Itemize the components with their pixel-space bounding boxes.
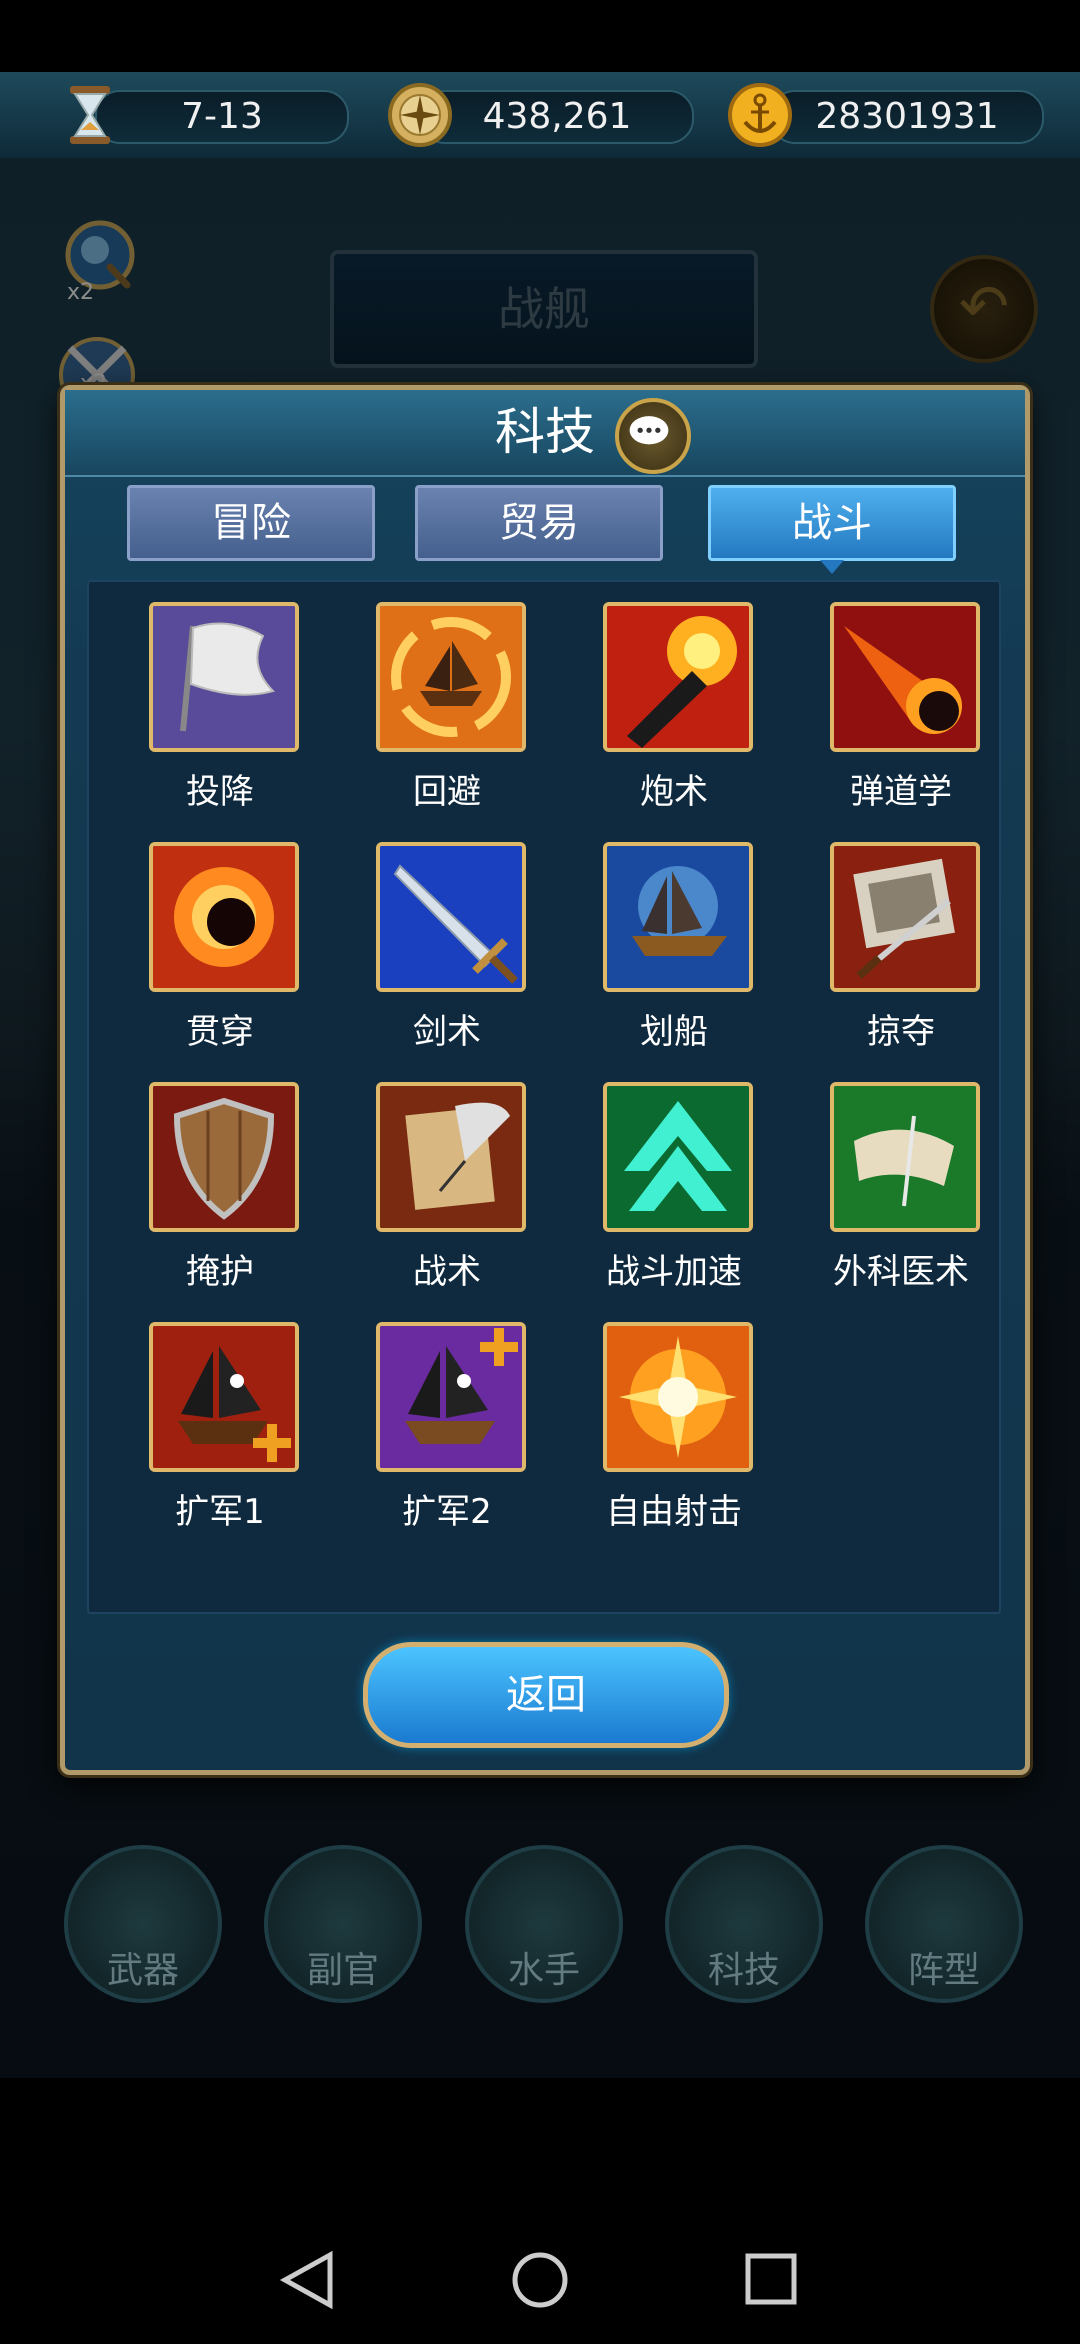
android-nav-icons <box>279 2250 797 2310</box>
tab-battle-label: 战斗 <box>792 500 872 546</box>
nav-weapons-label: 武器 <box>106 1950 179 1991</box>
burst-icon <box>603 1322 753 1472</box>
tab-battle[interactable]: 战斗 <box>708 485 956 574</box>
skill-free-fire[interactable]: 自由射击 <box>568 1322 768 1532</box>
skill-surrender[interactable]: 投降 <box>114 602 314 812</box>
skill-grid: 投降 回避 炮术 弹道学 贯穿 剑术 划船 掠夺 掩护 战术 战斗加速 外科医术… <box>87 580 1001 1614</box>
skill-combat-speed[interactable]: 战斗加速 <box>568 1082 768 1292</box>
skill-label: 投降 <box>186 772 254 812</box>
skill-label: 贯穿 <box>186 1012 254 1052</box>
resource-bar: 7-13 438,261 28301931 <box>0 72 1080 161</box>
nav-tech[interactable]: 科技 <box>665 1845 823 2003</box>
tab-trade[interactable]: 贸易 <box>415 485 663 561</box>
pirate-ship-plus-icon <box>149 1322 299 1472</box>
skill-label: 掩护 <box>186 1252 254 1292</box>
nav-sailors-label: 水手 <box>507 1950 580 1991</box>
sword-icon <box>376 842 526 992</box>
skill-expand-army-1[interactable]: 扩军1 <box>114 1322 314 1532</box>
ship-swirl-icon <box>376 602 526 752</box>
skill-label: 扩军1 <box>175 1492 265 1532</box>
skill-plunder[interactable]: 掠夺 <box>795 842 995 1052</box>
pirate-ship-plus-icon <box>376 1322 526 1472</box>
nav-weapons[interactable]: 武器 <box>64 1845 222 2003</box>
skill-label: 外科医术 <box>833 1252 969 1292</box>
android-nav-bar <box>0 2078 1080 2340</box>
skill-label: 划船 <box>640 1012 708 1052</box>
tab-adventure-label: 冒险 <box>211 500 291 546</box>
rowboat-icon <box>603 842 753 992</box>
skill-tactics[interactable]: 战术 <box>341 1082 541 1292</box>
gold-pill: 438,261 <box>420 90 694 144</box>
level-pill: 7-13 <box>95 90 349 144</box>
pierce-fireball-icon <box>149 842 299 992</box>
nav-formation[interactable]: 阵型 <box>865 1845 1023 2003</box>
scroll-quill-icon <box>376 1082 526 1232</box>
white-flag-icon <box>149 602 299 752</box>
skill-rowing[interactable]: 划船 <box>568 842 768 1052</box>
coins-value: 28301931 <box>815 96 999 137</box>
skill-cover[interactable]: 掩护 <box>114 1082 314 1292</box>
speed-arrow-icon <box>603 1082 753 1232</box>
coins-pill: 28301931 <box>770 90 1044 144</box>
skill-ballistics[interactable]: 弹道学 <box>795 602 995 812</box>
modal-title-bar: 科技 <box>65 390 1025 477</box>
back-nav-icon <box>279 2250 333 2310</box>
level-value: 7-13 <box>181 96 263 137</box>
skill-label: 掠夺 <box>867 1012 935 1052</box>
plunder-icon <box>830 842 980 992</box>
skill-label: 自由射击 <box>606 1492 742 1532</box>
skill-pierce[interactable]: 贯穿 <box>114 842 314 1052</box>
chat-bubble-icon[interactable] <box>615 398 691 474</box>
recents-nav-icon <box>745 2253 797 2305</box>
skill-label: 扩军2 <box>402 1492 492 1532</box>
compass-coin-icon <box>385 80 455 150</box>
tab-trade-label: 贸易 <box>499 500 579 546</box>
status-bar <box>0 0 1080 72</box>
skill-label: 战术 <box>413 1252 481 1292</box>
skill-label: 炮术 <box>640 772 708 812</box>
skill-label: 回避 <box>413 772 481 812</box>
anchor-coin-icon <box>725 80 795 150</box>
nav-sailors[interactable]: 水手 <box>465 1845 623 2003</box>
active-tab-pointer <box>820 560 844 574</box>
surgery-icon <box>830 1082 980 1232</box>
skill-label: 剑术 <box>413 1012 481 1052</box>
tech-modal: 科技 冒险 贸易 战斗 投降 回避 炮术 弹道学 贯穿 剑术 划船 掠夺 掩护 … <box>60 385 1030 1775</box>
skill-gunnery[interactable]: 炮术 <box>568 602 768 812</box>
fireball-icon <box>830 602 980 752</box>
return-button[interactable]: 返回 <box>363 1642 729 1748</box>
nav-officer-label: 副官 <box>306 1950 379 1991</box>
tab-adventure[interactable]: 冒险 <box>127 485 375 561</box>
skill-expand-army-2[interactable]: 扩军2 <box>341 1322 541 1532</box>
skill-evade[interactable]: 回避 <box>341 602 541 812</box>
hourglass-icon <box>55 80 125 150</box>
return-button-label: 返回 <box>506 1672 586 1718</box>
nav-formation-label: 阵型 <box>907 1950 980 1991</box>
skill-surgery[interactable]: 外科医术 <box>795 1082 995 1292</box>
skill-label: 弹道学 <box>850 772 952 812</box>
skill-swordsmanship[interactable]: 剑术 <box>341 842 541 1052</box>
nav-tech-label: 科技 <box>707 1950 780 1991</box>
home-nav-icon <box>512 2252 568 2308</box>
shield-icon <box>149 1082 299 1232</box>
modal-title: 科技 <box>495 403 595 461</box>
gold-value: 438,261 <box>482 96 632 137</box>
skill-label: 战斗加速 <box>606 1252 742 1292</box>
nav-officer[interactable]: 副官 <box>264 1845 422 2003</box>
cannon-fire-icon <box>603 602 753 752</box>
